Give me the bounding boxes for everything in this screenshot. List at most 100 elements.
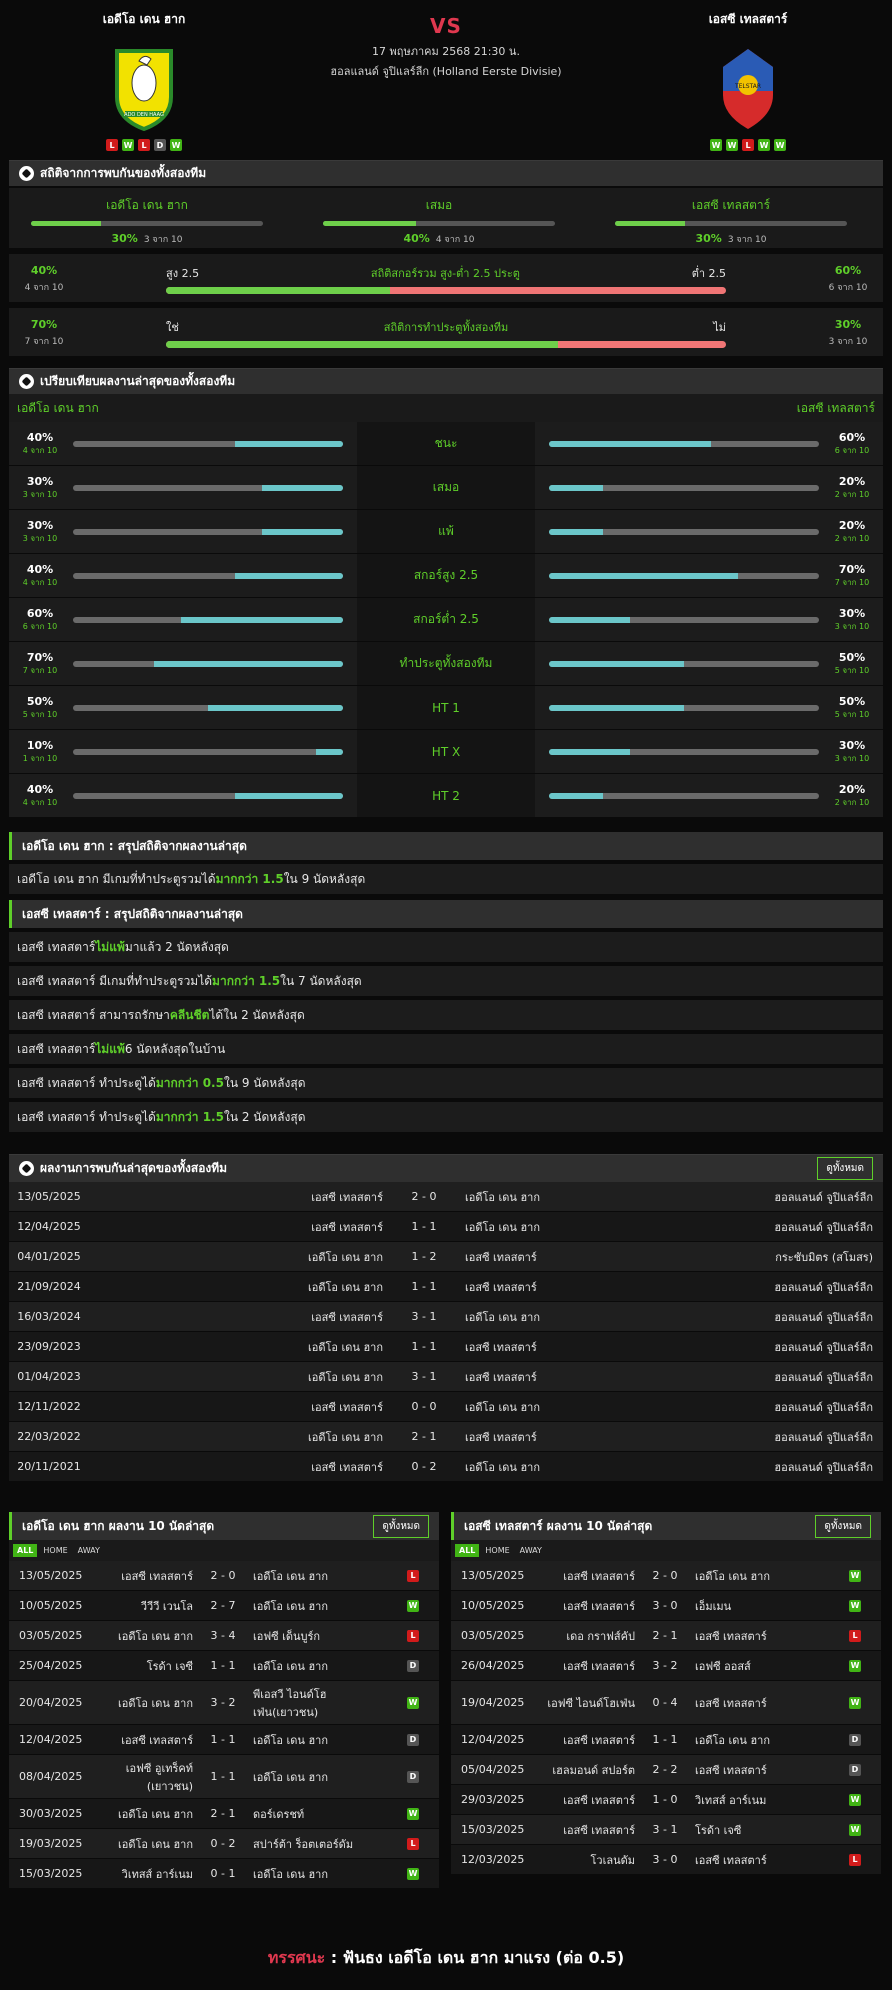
- meeting-score: 1 - 2: [411, 1250, 437, 1263]
- tab-all[interactable]: ALL: [455, 1544, 480, 1557]
- result-row[interactable]: 12/04/2025 เอสซี เทลสตาร์ 1 - 1 เอดีโอ เดน …: [9, 1725, 439, 1755]
- compare-away-fill: [549, 792, 603, 799]
- compare-away-bar: [549, 748, 819, 755]
- pct-value: 50%: [26, 694, 54, 708]
- summary-row: เอสซี เทลสตาร์ ทำประตูได้ มากกว่า 0.5 ใน…: [9, 1068, 883, 1098]
- result-row[interactable]: 08/04/2025 เอฟซี อูเทร็คท์ (เยาวชน) 1 - 1 เ…: [9, 1755, 439, 1799]
- result-row[interactable]: 10/05/2025 เอสซี เทลสตาร์ 3 - 0 เอ็มเมน W: [451, 1591, 881, 1621]
- home-team-name: เอดีโอ เดน ฮาก: [102, 12, 186, 26]
- result-date: 03/05/2025: [19, 1629, 83, 1642]
- match-datetime: 17 พฤษภาคม 2568 21:30 น.: [372, 45, 520, 58]
- tab-away[interactable]: AWAY: [516, 1544, 546, 1557]
- result-row[interactable]: 03/05/2025 เอดีโอ เดน ฮาก 3 - 4 เอฟซี เด็นบ…: [9, 1621, 439, 1651]
- compare-home-bar: [73, 616, 343, 623]
- meeting-score: 0 - 2: [411, 1460, 437, 1473]
- compare-away-bar: [549, 616, 819, 623]
- ou-bar: [166, 287, 726, 294]
- result-score: 1 - 1: [210, 1659, 236, 1672]
- meeting-row[interactable]: 20/11/2021 เอสซี เทลสตาร์ 0 - 2 เอดีโอ เดน …: [9, 1452, 883, 1482]
- result-home: เฮลมอนด์ สปอร์ต: [552, 1763, 635, 1777]
- form-badge: W: [170, 139, 182, 151]
- h2h-bar: [31, 221, 263, 226]
- result-home: เอสซี เทลสตาร์: [563, 1733, 635, 1747]
- h2h-bar-fill: [615, 221, 685, 226]
- form-badge: W: [122, 139, 134, 151]
- btts-bar: [166, 341, 726, 348]
- result-row[interactable]: 19/04/2025 เอฟซี ไอนด์โฮเฟ่น 0 - 4 เอสซี เท…: [451, 1681, 881, 1725]
- compare-label: สกอร์ต่ำ 2.5: [357, 598, 535, 641]
- result-row[interactable]: 26/04/2025 เอสซี เทลสตาร์ 3 - 2 เอฟซี ออสส์…: [451, 1651, 881, 1681]
- result-date: 26/04/2025: [461, 1659, 525, 1672]
- meeting-row[interactable]: 01/04/2023 เอดีโอ เดน ฮาก 3 - 1 เอสซี เทลสต…: [9, 1362, 883, 1392]
- meeting-row[interactable]: 21/09/2024 เอดีโอ เดน ฮาก 1 - 1 เอสซี เทลสต…: [9, 1272, 883, 1302]
- tab-home[interactable]: HOME: [481, 1544, 513, 1557]
- result-date: 12/03/2025: [461, 1853, 525, 1866]
- result-date: 13/05/2025: [19, 1569, 83, 1582]
- btts-left-pct: 70%: [30, 318, 58, 331]
- result-away: เอฟซี เด็นบูร์ก: [253, 1629, 321, 1643]
- result-row[interactable]: 13/05/2025 เอสซี เทลสตาร์ 2 - 0 เอดีโอ เดน …: [9, 1561, 439, 1591]
- away-last-header: เอสซี เทลสตาร์ ผลงาน 10 นัดล่าสุด ดูทั้งห…: [451, 1512, 881, 1540]
- compare-home-fill: [235, 792, 343, 799]
- compare-home-side: 50% 5 จาก 10: [9, 686, 357, 729]
- result-date: 10/05/2025: [19, 1599, 83, 1612]
- summary-text: เอดีโอ เดน ฮาก มีเกมที่ทำประตูรวมได้: [17, 871, 216, 886]
- result-badge: D: [407, 1733, 419, 1746]
- meeting-row[interactable]: 12/04/2025 เอสซี เทลสตาร์ 1 - 1 เอดีโอ เดน …: [9, 1212, 883, 1242]
- meeting-row[interactable]: 16/03/2024 เอสซี เทลสตาร์ 3 - 1 เอดีโอ เดน …: [9, 1302, 883, 1332]
- meeting-score: 0 - 0: [411, 1400, 437, 1413]
- result-date: 13/05/2025: [461, 1569, 525, 1582]
- result-row[interactable]: 03/05/2025 เดอ กราฟส์คัป 2 - 1 เอสซี เทลสตา…: [451, 1621, 881, 1651]
- h2h-col-label: เอดีโอ เดน ฮาก: [106, 198, 188, 212]
- h2h-of: 4 จาก 10: [435, 235, 475, 245]
- result-row[interactable]: 15/03/2025 เอสซี เทลสตาร์ 3 - 1 โรด้า เจซี W: [451, 1815, 881, 1845]
- meeting-score: 1 - 1: [411, 1220, 437, 1233]
- result-row[interactable]: 12/03/2025 โวเลนดัม 3 - 0 เอสซี เทลสตาร์ L: [451, 1845, 881, 1875]
- meetings-view-all-button[interactable]: ดูทั้งหมด: [817, 1157, 873, 1180]
- home-last-view-all-button[interactable]: ดูทั้งหมด: [373, 1514, 429, 1538]
- meeting-away: เอดีโอ เดน ฮาก: [465, 1460, 540, 1474]
- pct-sub: 4 จาก 10: [22, 577, 58, 587]
- meeting-row[interactable]: 04/01/2025 เอดีโอ เดน ฮาก 1 - 2 เอสซี เทลสต…: [9, 1242, 883, 1272]
- meeting-row[interactable]: 13/05/2025 เอสซี เทลสตาร์ 2 - 0 เอดีโอ เดน …: [9, 1182, 883, 1212]
- compare-home-side: 40% 4 จาก 10: [9, 774, 357, 817]
- result-row[interactable]: 12/04/2025 เอสซี เทลสตาร์ 1 - 1 เอดีโอ เดน …: [451, 1725, 881, 1755]
- tab-away[interactable]: AWAY: [74, 1544, 104, 1557]
- away-last-table: 13/05/2025 เอสซี เทลสตาร์ 2 - 0 เอดีโอ เดน …: [451, 1561, 881, 1875]
- compare-away-side: 20% 2 จาก 10: [535, 774, 883, 817]
- compare-away-fill: [549, 748, 630, 755]
- meeting-row[interactable]: 23/09/2023 เอดีโอ เดน ฮาก 1 - 1 เอสซี เทลสต…: [9, 1332, 883, 1362]
- result-date: 15/03/2025: [19, 1867, 83, 1880]
- compare-away-side: 70% 7 จาก 10: [535, 554, 883, 597]
- tab-all[interactable]: ALL: [13, 1544, 38, 1557]
- result-away: เอฟซี ออสส์: [695, 1659, 751, 1673]
- compare-away-side: 20% 2 จาก 10: [535, 466, 883, 509]
- summary-key: มากกว่า 1.5: [215, 871, 284, 886]
- result-row[interactable]: 15/03/2025 วิเทสส์ อาร์เนม 0 - 1 เอดีโอ เดน…: [9, 1859, 439, 1889]
- result-date: 19/03/2025: [19, 1837, 83, 1850]
- btts-right-pct: 30%: [834, 318, 862, 331]
- result-away: เอดีโอ เดน ฮาก: [695, 1569, 770, 1583]
- compare-away-pct: 20% 2 จาก 10: [827, 519, 877, 545]
- result-score: 2 - 0: [652, 1569, 678, 1582]
- compare-row: 10% 1 จาก 10 HT X 30% 3 จาก 10: [9, 730, 883, 774]
- meeting-home: เอสซี เทลสตาร์: [311, 1400, 383, 1414]
- meeting-row[interactable]: 22/03/2022 เอดีโอ เดน ฮาก 2 - 1 เอสซี เทลสต…: [9, 1422, 883, 1452]
- result-row[interactable]: 19/03/2025 เอดีโอ เดน ฮาก 0 - 2 สปาร์ต้า ร็…: [9, 1829, 439, 1859]
- pct-value: 60%: [838, 430, 866, 444]
- result-row[interactable]: 30/03/2025 เอดีโอ เดน ฮาก 2 - 1 ดอร์เดรชท์ W: [9, 1799, 439, 1829]
- away-last-view-all-button[interactable]: ดูทั้งหมด: [815, 1514, 871, 1538]
- result-row[interactable]: 20/04/2025 เอดีโอ เดน ฮาก 3 - 2 พีเอสวี ไอน…: [9, 1681, 439, 1725]
- summary-key: ไม่แพ้: [95, 939, 125, 954]
- result-row[interactable]: 10/05/2025 วีวีวี เวนโล 2 - 7 เอดีโอ เดน ฮา…: [9, 1591, 439, 1621]
- meeting-league: ฮอลแลนด์ จูปิแลร์ลีก: [774, 1400, 873, 1414]
- result-row[interactable]: 29/03/2025 เอสซี เทลสตาร์ 1 - 0 วิเทสส์ อาร…: [451, 1785, 881, 1815]
- result-row[interactable]: 25/04/2025 โรด้า เจซี 1 - 1 เอดีโอ เดน ฮาก D: [9, 1651, 439, 1681]
- meeting-row[interactable]: 12/11/2022 เอสซี เทลสตาร์ 0 - 0 เอดีโอ เดน …: [9, 1392, 883, 1422]
- pct-sub: 5 จาก 10: [834, 665, 870, 675]
- tab-home[interactable]: HOME: [39, 1544, 71, 1557]
- result-row[interactable]: 13/05/2025 เอสซี เทลสตาร์ 2 - 0 เอดีโอ เดน …: [451, 1561, 881, 1591]
- compare-away-bar: [549, 704, 819, 711]
- h2h-bar-fill: [323, 221, 416, 226]
- result-row[interactable]: 05/04/2025 เฮลมอนด์ สปอร์ต 2 - 2 เอสซี เทลส…: [451, 1755, 881, 1785]
